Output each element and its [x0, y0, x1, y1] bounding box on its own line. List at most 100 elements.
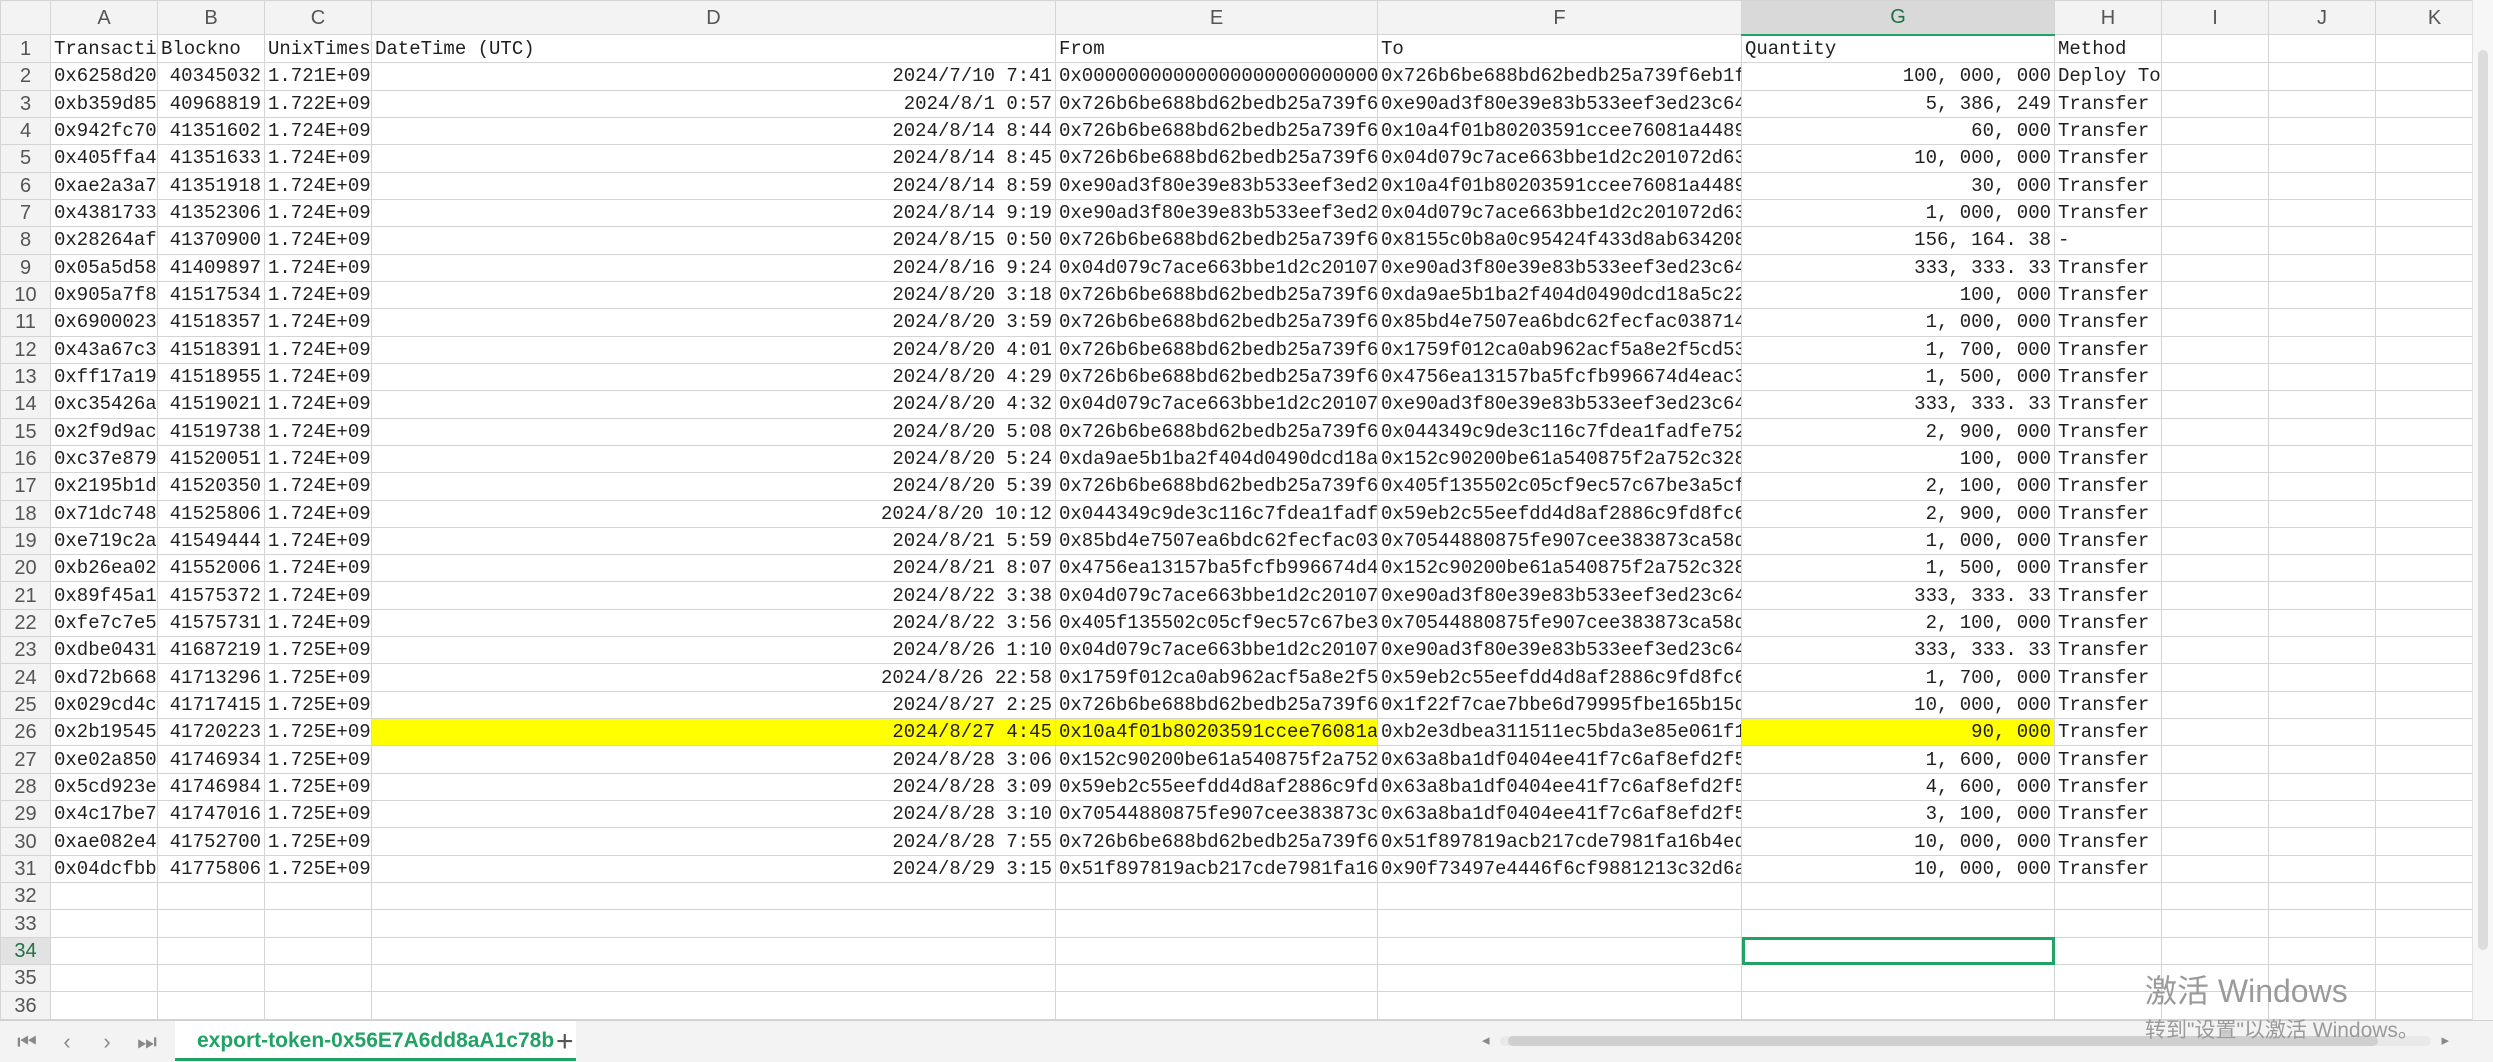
cell[interactable]: 41575372	[158, 582, 265, 609]
cell[interactable]: 30, 000	[1742, 172, 2055, 199]
cell[interactable]: 0x4756ea13157ba5fcfb996674d4e	[1056, 555, 1378, 582]
cell[interactable]: 2024/8/14 8:45	[372, 145, 1056, 172]
cell[interactable]	[1056, 992, 1378, 1020]
cell[interactable]: 1.724E+09	[265, 582, 372, 609]
cell[interactable]	[1742, 965, 2055, 992]
cell[interactable]: 2024/8/29 3:15	[372, 855, 1056, 882]
first-sheet-icon[interactable]: ⏮	[12, 1029, 42, 1055]
cell[interactable]: 1.725E+09	[265, 746, 372, 773]
cell[interactable]: 0x942fc706	[51, 117, 158, 144]
column-header-i[interactable]: I	[2162, 1, 2269, 35]
cell[interactable]: 1.724E+09	[265, 309, 372, 336]
cell[interactable]: 10, 000, 000	[1742, 828, 2055, 855]
column-header-h[interactable]: H	[2055, 1, 2162, 35]
cell[interactable]	[51, 965, 158, 992]
row-header-19[interactable]: 19	[1, 527, 51, 554]
cell[interactable]	[2269, 309, 2376, 336]
cell[interactable]: 41575731	[158, 609, 265, 636]
cell[interactable]: 0x726b6be688bd62bedb25a739f6e	[1056, 281, 1378, 308]
cell[interactable]: 1.724E+09	[265, 336, 372, 363]
cell[interactable]: 0x43817339	[51, 199, 158, 226]
header-cell[interactable]: DateTime (UTC)	[372, 35, 1056, 63]
cell[interactable]	[1378, 937, 1742, 964]
row-header-10[interactable]: 10	[1, 281, 51, 308]
header-cell[interactable]: TransactionHash	[51, 35, 158, 63]
cell[interactable]: 0x59eb2c55eefdd4d8af2886c9fd8fc6f	[1378, 664, 1742, 691]
cell[interactable]	[2162, 500, 2269, 527]
cell[interactable]: 0x152c90200be61a540875f2a752c328b	[1378, 445, 1742, 472]
cell[interactable]: 2024/8/28 3:06	[372, 746, 1056, 773]
cell[interactable]: Transfer	[2055, 117, 2162, 144]
cell[interactable]: 41352306	[158, 199, 265, 226]
cell[interactable]: 0x10a4f01b80203591ccee76081a4489a	[1378, 172, 1742, 199]
cell[interactable]	[2162, 145, 2269, 172]
cell[interactable]: 0x10a4f01b80203591ccee76081a4	[1056, 719, 1378, 746]
cell[interactable]	[2269, 254, 2376, 281]
cell[interactable]: 2, 900, 000	[1742, 418, 2055, 445]
cell[interactable]: 41775806	[158, 855, 265, 882]
cell[interactable]: 0x04d079c7ace663bbe1d2c201072d63b	[1378, 199, 1742, 226]
cell[interactable]: Transfer	[2055, 172, 2162, 199]
cell[interactable]: 1.724E+09	[265, 418, 372, 445]
cell[interactable]	[2162, 937, 2269, 964]
row-header-30[interactable]: 30	[1, 828, 51, 855]
cell[interactable]: 2024/8/14 8:44	[372, 117, 1056, 144]
cell[interactable]: 0x51f897819acb217cde7981fa16b4ed9	[1378, 828, 1742, 855]
cell[interactable]: Deploy Token	[2055, 63, 2162, 90]
cell[interactable]	[158, 992, 265, 1020]
cell[interactable]	[1056, 937, 1378, 964]
cell[interactable]	[2269, 883, 2376, 910]
cell[interactable]: 0x04d079c7ace663bbe1d2c201072	[1056, 254, 1378, 281]
cell[interactable]: 0x029cd4c3	[51, 691, 158, 718]
cell[interactable]	[2269, 719, 2376, 746]
cell[interactable]	[2162, 363, 2269, 390]
header-cell[interactable]	[2269, 35, 2376, 63]
cell[interactable]: 0xd72b6680	[51, 664, 158, 691]
cell[interactable]: 1.725E+09	[265, 773, 372, 800]
cell[interactable]: 0x85bd4e7507ea6bdc62fecfac0387140	[1378, 309, 1742, 336]
cell[interactable]	[2269, 199, 2376, 226]
cell[interactable]: 0x63a8ba1df0404ee41f7c6af8efd2f54	[1378, 773, 1742, 800]
cell[interactable]	[2055, 937, 2162, 964]
row-header-12[interactable]: 12	[1, 336, 51, 363]
cell[interactable]: 41517534	[158, 281, 265, 308]
cell[interactable]	[2269, 172, 2376, 199]
cell[interactable]: 1.725E+09	[265, 828, 372, 855]
cell[interactable]: 1.724E+09	[265, 145, 372, 172]
cell[interactable]: 0x4c17be7c	[51, 801, 158, 828]
cell[interactable]	[2269, 363, 2376, 390]
cell[interactable]	[1378, 992, 1742, 1020]
cell[interactable]	[2269, 336, 2376, 363]
cell[interactable]	[2269, 828, 2376, 855]
column-header-g[interactable]: G	[1742, 1, 2055, 35]
cell[interactable]: 1, 500, 000	[1742, 363, 2055, 390]
row-header-23[interactable]: 23	[1, 637, 51, 664]
cell[interactable]: 5, 386, 249	[1742, 90, 2055, 117]
cell[interactable]	[2162, 746, 2269, 773]
cell[interactable]: 0x405f135502c05cf9ec57c67be3a	[1056, 609, 1378, 636]
cell[interactable]: 1.724E+09	[265, 363, 372, 390]
cell[interactable]: 0x89f45a1b	[51, 582, 158, 609]
last-sheet-icon[interactable]: ⏭	[132, 1029, 162, 1055]
cell[interactable]: 0x905a7f87	[51, 281, 158, 308]
row-header-7[interactable]: 7	[1, 199, 51, 226]
cell[interactable]: Transfer	[2055, 801, 2162, 828]
cell[interactable]: -	[2055, 227, 2162, 254]
cell[interactable]: 0xb2e3dbea311511ec5bda3e85e061f15	[1378, 719, 1742, 746]
cell[interactable]: 1.724E+09	[265, 117, 372, 144]
cell[interactable]: 2024/8/26 1:10	[372, 637, 1056, 664]
cell[interactable]	[158, 883, 265, 910]
cell[interactable]: 333, 333. 33	[1742, 391, 2055, 418]
row-header-18[interactable]: 18	[1, 500, 51, 527]
header-cell[interactable]: Blockno	[158, 35, 265, 63]
cell[interactable]: 0xe90ad3f80e39e83b533eef3ed23c641	[1378, 90, 1742, 117]
cell[interactable]: 1.724E+09	[265, 527, 372, 554]
cell[interactable]	[372, 883, 1056, 910]
cell[interactable]: 0xff17a19c	[51, 363, 158, 390]
cell[interactable]: 41752700	[158, 828, 265, 855]
cell[interactable]: 0x70544880875fe907cee383873ca58da	[1378, 609, 1742, 636]
cell[interactable]: 2024/8/15 0:50	[372, 227, 1056, 254]
cell[interactable]: 2, 100, 000	[1742, 609, 2055, 636]
cell[interactable]: 0x90f73497e4446f6cf9881213c32d6af	[1378, 855, 1742, 882]
cell[interactable]: 2024/8/20 4:01	[372, 336, 1056, 363]
